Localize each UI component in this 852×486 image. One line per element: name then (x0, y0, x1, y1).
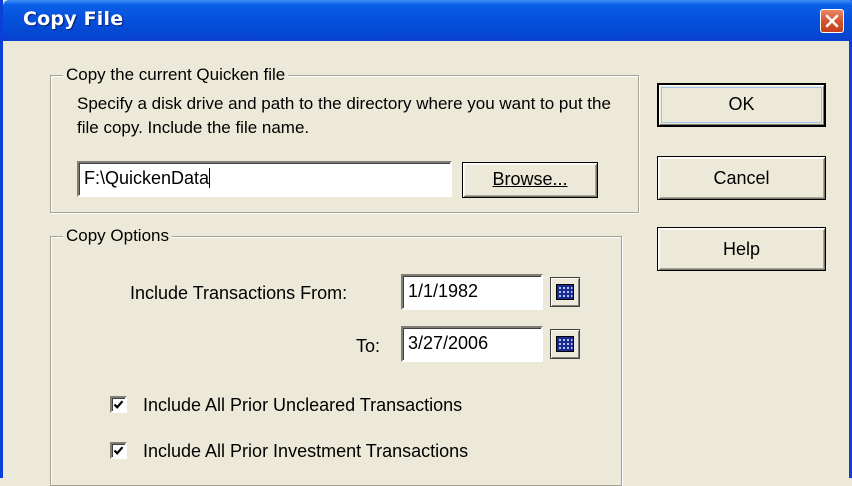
copy-instructions: Specify a disk drive and path to the dir… (77, 94, 611, 137)
investment-checkbox[interactable] (110, 442, 127, 459)
to-label: To: (356, 336, 381, 356)
from-calendar-button[interactable] (550, 277, 580, 307)
file-path-input[interactable]: F:\QuickenData (77, 161, 452, 197)
copy-options-legend: Copy Options (63, 226, 172, 246)
from-date-input[interactable]: 1/1/1982 (401, 274, 543, 310)
from-date-value: 1/1/1982 (408, 281, 479, 301)
close-icon (825, 14, 839, 28)
uncleared-label[interactable]: Include All Prior Uncleared Transactions (143, 394, 462, 416)
uncleared-checkbox[interactable] (110, 396, 127, 413)
to-date-input[interactable]: 3/27/2006 (401, 326, 543, 362)
copy-file-legend: Copy the current Quicken file (63, 65, 289, 85)
title-bar[interactable]: Copy File (3, 0, 852, 41)
from-label: Include Transactions From: (130, 283, 348, 303)
ok-label: OK (728, 94, 755, 114)
window-title: Copy File (23, 8, 124, 30)
file-path-value: F:\QuickenData (84, 168, 210, 188)
close-button[interactable] (820, 9, 844, 33)
calendar-icon (556, 336, 574, 352)
to-date-value: 3/27/2006 (408, 333, 489, 353)
investment-label[interactable]: Include All Prior Investment Transaction… (143, 440, 468, 462)
cancel-label: Cancel (713, 168, 770, 188)
browse-button[interactable]: Browse... (462, 162, 598, 198)
copy-file-dialog: Copy File Copy the current Quicken file … (0, 0, 852, 486)
calendar-icon (556, 284, 574, 300)
help-label: Help (722, 239, 761, 259)
to-calendar-button[interactable] (550, 329, 580, 359)
checkmark-icon (113, 400, 124, 409)
cancel-button[interactable]: Cancel (657, 156, 826, 200)
text-caret (209, 168, 211, 188)
checkmark-icon (113, 446, 124, 455)
browse-label: Browse... (492, 169, 568, 189)
ok-button[interactable]: OK (657, 83, 826, 127)
help-button[interactable]: Help (657, 227, 826, 271)
